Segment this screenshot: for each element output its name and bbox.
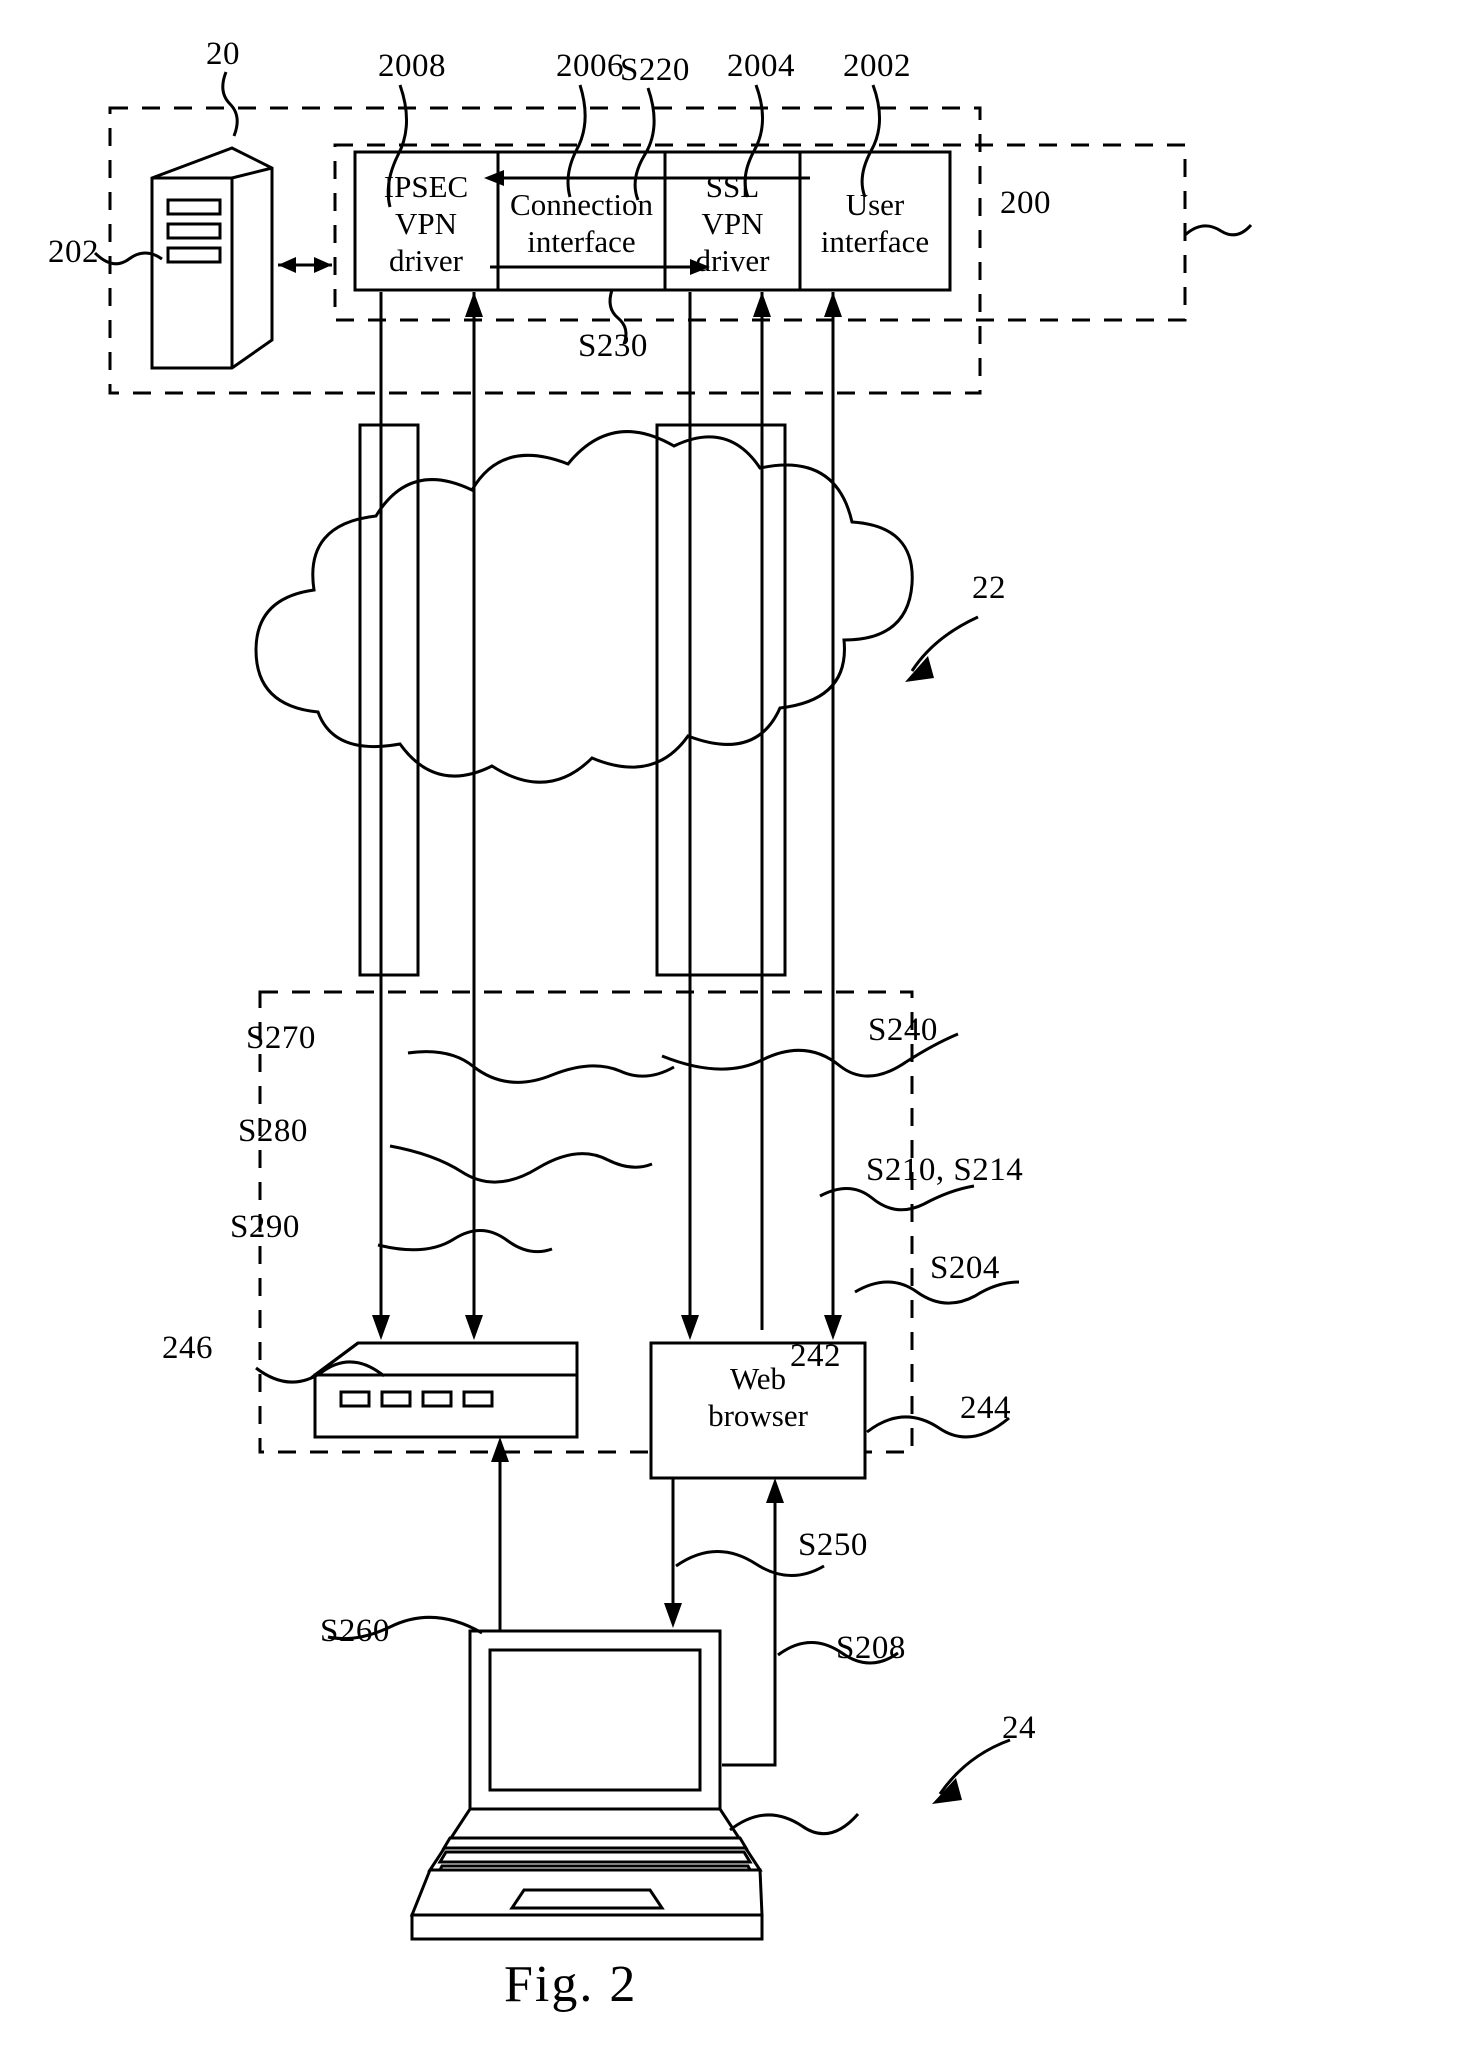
- arrowhead-s204: [824, 1315, 842, 1340]
- ssl-line-3: driver: [695, 243, 770, 278]
- user-interface-line-2: interface: [820, 224, 930, 259]
- ref-S210-S214: S210, S214: [866, 1152, 1024, 1188]
- ref-242: 242: [790, 1338, 841, 1374]
- ipsec-line-1: IPSEC: [383, 169, 469, 204]
- figure-canvas: 20 2008 2006 S220 2004 2002 200 202 IPSE…: [0, 0, 1462, 2054]
- leader-20: [221, 71, 239, 137]
- arrowhead-up-left: [465, 292, 483, 317]
- ref-S280: S280: [238, 1113, 308, 1149]
- leader-242: [729, 1813, 860, 1836]
- arrow-s250: [664, 1478, 682, 1628]
- arrow-s208: [722, 1478, 784, 1767]
- ref-S230: S230: [578, 328, 648, 364]
- laptop-icon: [409, 1629, 764, 1941]
- leader-24: [932, 1738, 1011, 1804]
- ssl-line-2: VPN: [701, 206, 764, 241]
- ref-S220: S220: [620, 52, 690, 88]
- ref-22: 22: [972, 570, 1006, 606]
- connection-line-2: interface: [527, 224, 636, 259]
- ref-24: 24: [1002, 1710, 1036, 1746]
- ssl-line-1: SSL: [705, 169, 760, 204]
- arrowhead-s290: [372, 1315, 390, 1340]
- ssl-vpn-driver-box: SSL VPN driver: [667, 168, 798, 279]
- ref-20: 20: [206, 36, 240, 72]
- ref-2008: 2008: [378, 48, 446, 84]
- user-interface-box: User interface: [802, 186, 948, 260]
- ref-S290: S290: [230, 1209, 300, 1245]
- tunnel-channel-left: [358, 423, 420, 977]
- connection-line-1: Connection: [510, 187, 653, 222]
- ref-2004: 2004: [727, 48, 795, 84]
- connection-interface-box: Connection interface: [500, 186, 663, 260]
- ref-S270: S270: [246, 1020, 316, 1056]
- arrowhead-up-user: [824, 292, 842, 317]
- ref-S204: S204: [930, 1250, 1000, 1286]
- ref-S250: S250: [798, 1527, 868, 1563]
- arrowhead-s280: [465, 1315, 483, 1340]
- ref-246: 246: [162, 1330, 213, 1366]
- tunnel-channel-right: [655, 423, 787, 977]
- ref-S260: S260: [320, 1613, 390, 1649]
- ref-244: 244: [960, 1390, 1011, 1426]
- ipsec-vpn-driver-box: IPSEC VPN driver: [358, 168, 494, 279]
- ipsec-line-2: VPN: [394, 206, 457, 241]
- network-cloud-icon: [254, 430, 914, 784]
- arrowhead-up-ssl: [753, 292, 771, 317]
- ref-2002: 2002: [843, 48, 911, 84]
- ref-2006: 2006: [556, 48, 624, 84]
- leader-22: [905, 615, 979, 682]
- figure-caption: Fig. 2: [504, 1956, 638, 2013]
- leader-200: [1184, 223, 1253, 237]
- leader-S210: [819, 1184, 975, 1212]
- leader-S270: [407, 1050, 675, 1084]
- leader-S280: [389, 1144, 653, 1184]
- ipsec-line-3: driver: [388, 243, 464, 278]
- leader-S290: [377, 1229, 553, 1254]
- web-browser-line-2: browser: [708, 1398, 808, 1433]
- arrowhead-s240: [681, 1315, 699, 1340]
- arrow-s260: [491, 1437, 509, 1631]
- diagram-vector-layer: [93, 71, 1253, 1941]
- ref-200: 200: [1000, 185, 1051, 221]
- ref-S208: S208: [836, 1630, 906, 1666]
- ref-202: 202: [48, 234, 99, 270]
- server-tower-icon: [150, 146, 274, 370]
- server-gateway-link: [278, 257, 332, 273]
- user-interface-line-1: User: [845, 187, 905, 222]
- router-icon: [310, 1341, 579, 1439]
- ref-S240: S240: [868, 1012, 938, 1048]
